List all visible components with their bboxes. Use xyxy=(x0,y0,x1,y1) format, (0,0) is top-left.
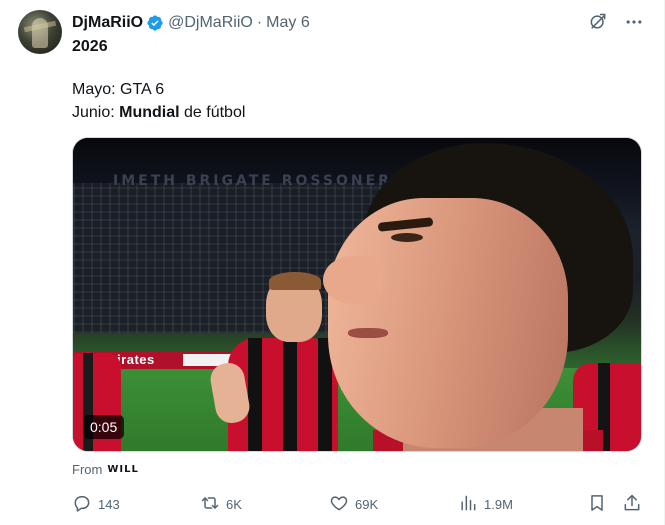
like-count: 69K xyxy=(355,496,379,512)
tweet-header: DjMaRiiO @DjMaRiiO · May 6 xyxy=(72,12,310,34)
tweet-text-line-1: 2026 xyxy=(72,38,108,55)
tweet-action-bar: 143 6K 69K 1.9M xyxy=(72,492,647,516)
author-display-name[interactable]: DjMaRiiO xyxy=(72,14,143,32)
media-source-brand[interactable]: WILL xyxy=(107,464,139,475)
bookmark-icon xyxy=(587,493,607,516)
reply-icon xyxy=(72,493,92,516)
tweet-text-line-3: Junio: Mundial de fútbol xyxy=(72,103,245,123)
avatar[interactable] xyxy=(18,10,62,54)
share-icon xyxy=(622,493,642,516)
views-count: 1.9M xyxy=(484,496,513,512)
tweet-text-prefix: Junio: xyxy=(72,104,120,121)
repost-count: 6K xyxy=(226,496,242,512)
stadium-banner: IMETH BRIGATE ROSSONERE xyxy=(113,173,405,189)
media-source: From WILL xyxy=(72,462,139,477)
tweet-top-actions xyxy=(588,12,644,32)
tweet-text-bold: Mundial xyxy=(119,104,180,121)
video-player[interactable]: IMETH BRIGATE ROSSONERE mirates 0:05 xyxy=(72,137,642,452)
tweet-text-content: GTA 6 xyxy=(120,81,165,98)
verified-badge-icon[interactable] xyxy=(146,14,164,32)
player-closeup-nose xyxy=(323,256,383,304)
player-closeup-mouth xyxy=(348,328,388,338)
media-source-prefix: From xyxy=(72,462,103,477)
reply-button[interactable]: 143 xyxy=(72,492,120,516)
shirt-stripe xyxy=(283,338,297,451)
video-duration: 0:05 xyxy=(83,415,125,439)
player-hair xyxy=(269,272,321,290)
grok-icon[interactable] xyxy=(588,12,608,32)
tweet-text-prefix: Mayo: xyxy=(72,81,121,98)
header-separator: · xyxy=(256,14,263,31)
views-bar-chart-icon xyxy=(458,493,478,516)
reply-count: 143 xyxy=(98,496,120,512)
repost-icon xyxy=(200,493,220,516)
author-handle[interactable]: @DjMaRiiO xyxy=(168,14,253,32)
more-horizontal-icon[interactable] xyxy=(624,12,644,32)
share-button[interactable] xyxy=(622,492,642,516)
tweet-card[interactable]: DjMaRiiO @DjMaRiiO · May 6 2026 Mayo: GT… xyxy=(0,0,665,525)
tweet-text-content: de fútbol xyxy=(179,104,246,121)
repost-button[interactable]: 6K xyxy=(200,492,242,516)
shirt-stripe xyxy=(248,338,262,451)
tweet-text-line-2: Mayo: GTA 6 xyxy=(72,80,164,100)
player-closeup-eye xyxy=(391,233,423,242)
bookmark-button[interactable] xyxy=(587,492,607,516)
player-closeup-face xyxy=(328,198,568,448)
heart-icon xyxy=(329,493,349,516)
like-button[interactable]: 69K xyxy=(329,492,378,516)
views-button[interactable]: 1.9M xyxy=(458,492,513,516)
tweet-date[interactable]: May 6 xyxy=(266,14,310,32)
